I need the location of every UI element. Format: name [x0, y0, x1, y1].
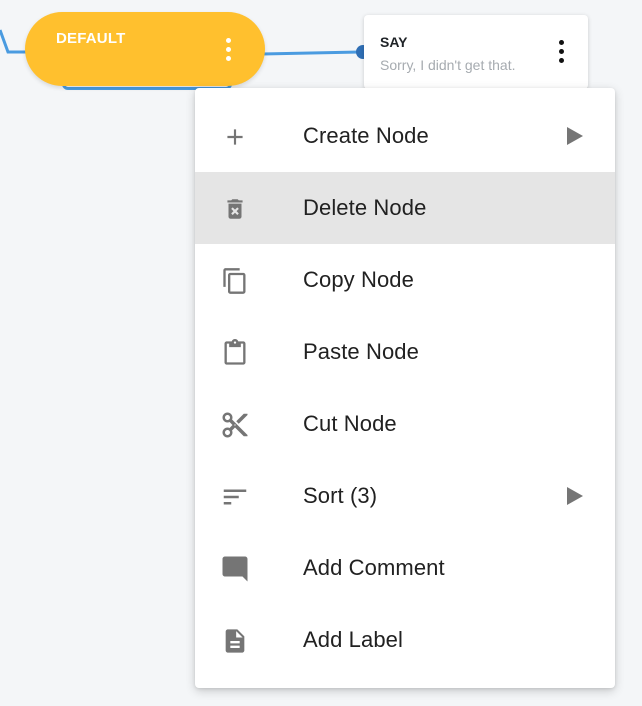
clipboard-icon — [220, 338, 250, 368]
comment-icon — [220, 554, 250, 584]
more-vertical-icon[interactable] — [221, 38, 235, 66]
say-node[interactable]: SAY Sorry, I didn't get that. — [364, 15, 588, 89]
scissors-icon — [220, 410, 250, 440]
menu-item-add-comment[interactable]: Add Comment — [195, 532, 615, 604]
menu-item-label: Create Node — [303, 123, 429, 148]
menu-item-sort[interactable]: Sort (3) — [195, 460, 615, 532]
delete-icon — [220, 194, 250, 224]
menu-item-add-label[interactable]: Add Label — [195, 604, 615, 676]
menu-item-label: Add Comment — [303, 555, 445, 580]
menu-item-label: Delete Node — [303, 195, 427, 220]
plus-icon — [220, 122, 250, 152]
node-context-menu: Create Node Delete Node Copy Node Paste … — [195, 88, 615, 688]
submenu-arrow-icon — [566, 126, 584, 146]
default-node[interactable]: DEFAULT — [25, 12, 265, 86]
menu-item-copy-node[interactable]: Copy Node — [195, 244, 615, 316]
say-node-title: SAY — [380, 34, 408, 50]
submenu-arrow-icon — [566, 486, 584, 506]
label-file-icon — [220, 626, 250, 656]
default-node-title: DEFAULT — [56, 30, 126, 47]
menu-item-delete-node[interactable]: Delete Node — [195, 172, 615, 244]
more-vertical-icon[interactable] — [554, 40, 568, 68]
menu-item-label: Sort (3) — [303, 483, 378, 508]
say-node-text: Sorry, I didn't get that. — [380, 57, 516, 73]
menu-item-label: Paste Node — [303, 339, 419, 364]
menu-item-label: Copy Node — [303, 267, 414, 292]
menu-item-create-node[interactable]: Create Node — [195, 100, 615, 172]
menu-item-label: Add Label — [303, 627, 403, 652]
sort-icon — [220, 482, 250, 512]
copy-icon — [220, 266, 250, 296]
menu-item-cut-node[interactable]: Cut Node — [195, 388, 615, 460]
menu-item-label: Cut Node — [303, 411, 397, 436]
menu-item-paste-node[interactable]: Paste Node — [195, 316, 615, 388]
